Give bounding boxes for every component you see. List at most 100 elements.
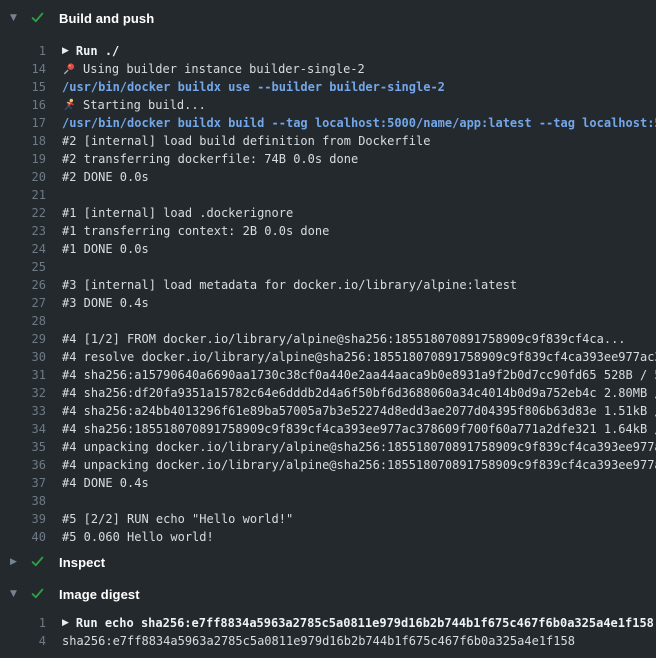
log-text: Using builder instance builder-single-2 xyxy=(62,60,656,78)
line-number[interactable]: 22 xyxy=(0,204,46,222)
chevron-right-icon[interactable]: ▶ xyxy=(10,558,28,567)
line-number[interactable]: 33 xyxy=(0,402,46,420)
log-text-content: Starting build... xyxy=(83,96,206,114)
line-number[interactable]: 32 xyxy=(0,384,46,402)
log-line: 39 #5 [2/2] RUN echo "Hello world!" xyxy=(0,510,656,528)
chevron-down-icon[interactable]: ▼ xyxy=(10,590,28,599)
line-number[interactable]: 1 xyxy=(0,42,46,60)
log-text-content: #1 DONE 0.0s xyxy=(62,240,149,258)
log-text: ▶Run echo sha256:e7ff8834a5963a2785c5a08… xyxy=(62,614,656,632)
line-number[interactable]: 35 xyxy=(0,438,46,456)
log-text: #4 resolve docker.io/library/alpine@sha2… xyxy=(62,348,656,366)
line-number[interactable]: 31 xyxy=(0,366,46,384)
log-text: sha256:e7ff8834a5963a2785c5a0811e979d16b… xyxy=(62,632,656,650)
line-number[interactable]: 16 xyxy=(0,96,46,114)
chevron-down-icon[interactable]: ▼ xyxy=(10,14,28,23)
log-text: #4 [1/2] FROM docker.io/library/alpine@s… xyxy=(62,330,656,348)
line-number[interactable]: 36 xyxy=(0,456,46,474)
log-line: 37 #4 DONE 0.4s xyxy=(0,474,656,492)
check-icon xyxy=(30,586,46,602)
log-text-content: Using builder instance builder-single-2 xyxy=(83,60,365,78)
log-text: #1 [internal] load .dockerignore xyxy=(62,204,656,222)
log-text-content: #4 DONE 0.4s xyxy=(62,474,149,492)
log-line: 18 #2 [internal] load build definition fr… xyxy=(0,132,656,150)
log-line: 33#4 sha256:a24bb4013296f61e89ba57005a7b… xyxy=(0,402,656,420)
section-header-inspect[interactable]: ▶Inspect xyxy=(0,546,656,578)
log-line: 1 ▶ Run ./ xyxy=(0,42,656,60)
line-number[interactable]: 18 xyxy=(0,132,46,150)
log-line: 34 #4 sha256:185518070891758909c9f839cf4c… xyxy=(0,420,656,438)
log-line: 1 ▶Run echo sha256:e7ff8834a5963a2785c5a0… xyxy=(0,614,656,632)
log-text-content: #5 0.060 Hello world! xyxy=(62,528,214,546)
log-line: 31 #4 sha256:a15790640a6690aa1730c38cf0a4… xyxy=(0,366,656,384)
log-line: 21 xyxy=(0,186,656,204)
line-number[interactable]: 37 xyxy=(0,474,46,492)
log-text-content: Run ./ xyxy=(76,42,119,60)
line-number[interactable]: 39 xyxy=(0,510,46,528)
log-lines: 1 ▶Run echo sha256:e7ff8834a5963a2785c5a0… xyxy=(0,610,656,658)
line-number[interactable]: 26 xyxy=(0,276,46,294)
log-line: 25 xyxy=(0,258,656,276)
log-line: 14 Using builder instance builder-single-… xyxy=(0,60,656,78)
log-text: /usr/bin/docker buildx use --builder bui… xyxy=(62,78,656,96)
log-line: 22 #1 [internal] load .dockerignore xyxy=(0,204,656,222)
log-line: 16 Starting build... xyxy=(0,96,656,114)
log-line: 17/usr/bin/docker buildx build --tag loc… xyxy=(0,114,656,132)
line-number[interactable]: 20 xyxy=(0,168,46,186)
log-text: #2 [internal] load build definition from… xyxy=(62,132,656,150)
log-text: #4 sha256:185518070891758909c9f839cf4ca3… xyxy=(62,420,656,438)
log-line: 29 #4 [1/2] FROM docker.io/library/alpine… xyxy=(0,330,656,348)
log-line: 24 #1 DONE 0.0s xyxy=(0,240,656,258)
log-text-content: #4 sha256:df20fa9351a15782c64e6dddb2d4a6… xyxy=(62,384,656,402)
log-text-content: #4 unpacking docker.io/library/alpine@sh… xyxy=(62,456,656,474)
log-text: #4 sha256:df20fa9351a15782c64e6dddb2d4a6… xyxy=(62,384,656,402)
log-text-content: #4 unpacking docker.io/library/alpine@sh… xyxy=(62,438,656,456)
log-text-content: #1 transferring context: 2B 0.0s done xyxy=(62,222,329,240)
line-number[interactable]: 30 xyxy=(0,348,46,366)
log-line: 19 #2 transferring dockerfile: 74B 0.0s d… xyxy=(0,150,656,168)
log-text: ▶ Run ./ xyxy=(62,42,656,60)
line-number[interactable]: 4 xyxy=(0,632,46,650)
check-icon xyxy=(30,554,46,570)
log-text: #4 sha256:a15790640a6690aa1730c38cf0a440… xyxy=(62,366,656,384)
log-text: #5 [2/2] RUN echo "Hello world!" xyxy=(62,510,656,528)
log-line: 40 #5 0.060 Hello world! xyxy=(0,528,656,546)
line-number[interactable]: 38 xyxy=(0,492,46,510)
expand-group-icon[interactable]: ▶ xyxy=(62,614,69,632)
line-number[interactable]: 19 xyxy=(0,150,46,168)
log-text: #1 DONE 0.0s xyxy=(62,240,656,258)
line-number[interactable]: 27 xyxy=(0,294,46,312)
log-text-content: /usr/bin/docker buildx use --builder bui… xyxy=(62,78,445,96)
log-text: #3 DONE 0.4s xyxy=(62,294,656,312)
log-line: 36 #4 unpacking docker.io/library/alpine@… xyxy=(0,456,656,474)
line-number[interactable]: 25 xyxy=(0,258,46,276)
log-text: #4 DONE 0.4s xyxy=(62,474,656,492)
section-header-build-and-push[interactable]: ▼Build and push xyxy=(0,0,656,36)
runner-icon xyxy=(62,98,76,112)
line-number[interactable]: 23 xyxy=(0,222,46,240)
line-number[interactable]: 40 xyxy=(0,528,46,546)
line-number[interactable]: 15 xyxy=(0,78,46,96)
log-line: 32 #4 sha256:df20fa9351a15782c64e6dddb2d4… xyxy=(0,384,656,402)
log-text-content: #4 sha256:a15790640a6690aa1730c38cf0a440… xyxy=(62,366,656,384)
line-number[interactable]: 14 xyxy=(0,60,46,78)
line-number[interactable]: 24 xyxy=(0,240,46,258)
check-icon xyxy=(30,10,46,26)
log-text-content: #2 [internal] load build definition from… xyxy=(62,132,430,150)
log-text: #2 transferring dockerfile: 74B 0.0s don… xyxy=(62,150,656,168)
log-line: 27 #3 DONE 0.4s xyxy=(0,294,656,312)
log-text-content: #3 DONE 0.4s xyxy=(62,294,149,312)
section-inspect: ▶Inspect xyxy=(0,546,656,578)
line-number[interactable]: 1 xyxy=(0,614,46,632)
line-number[interactable]: 21 xyxy=(0,186,46,204)
line-number[interactable]: 17 xyxy=(0,114,46,132)
expand-group-icon[interactable]: ▶ xyxy=(62,42,69,60)
section-header-image-digest[interactable]: ▼Image digest xyxy=(0,578,656,610)
line-number[interactable]: 29 xyxy=(0,330,46,348)
line-number[interactable]: 34 xyxy=(0,420,46,438)
log-line: 35 #4 unpacking docker.io/library/alpine@… xyxy=(0,438,656,456)
line-number[interactable]: 28 xyxy=(0,312,46,330)
log-line: 38 xyxy=(0,492,656,510)
log-line: 15/usr/bin/docker buildx use --builder b… xyxy=(0,78,656,96)
sections: ▼Build and push1▶Run ./14Using builder i… xyxy=(0,0,656,658)
